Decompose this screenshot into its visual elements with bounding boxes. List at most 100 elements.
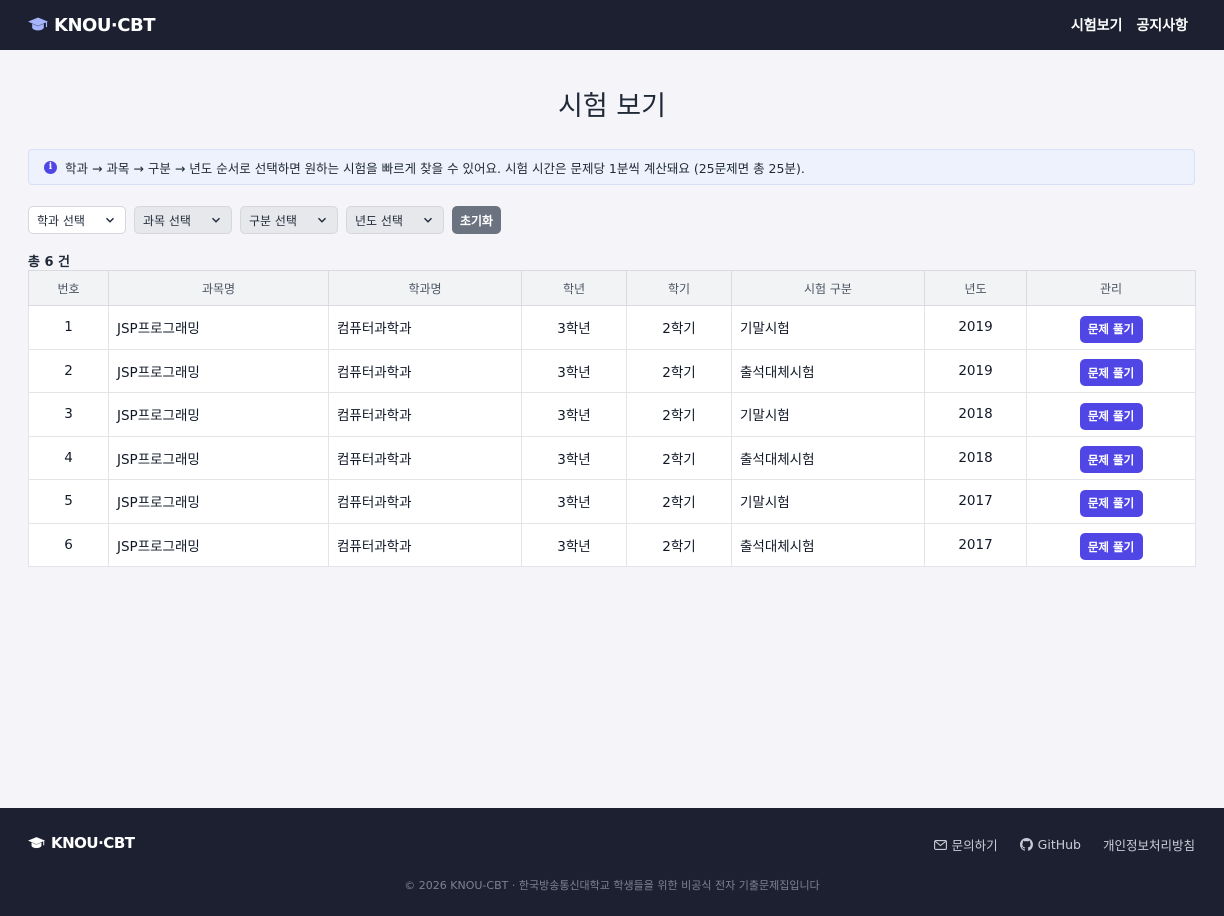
cell-exam-type: 출석대체시험 (731, 348, 925, 393)
solve-button[interactable]: 문제 풀기 (1079, 359, 1143, 387)
solve-button[interactable]: 문제 풀기 (1079, 489, 1143, 517)
cell-no: 2 (28, 348, 109, 393)
table-header-row: 번호 과목명 학과명 학년 학기 시험 구분 년도 관리 (28, 270, 1196, 306)
subject-select[interactable]: 과목 선택 (134, 206, 232, 234)
table-row: 3 JSP프로그래밍 컴퓨터과학과 3학년 2학기 기말시험 2018 문제 풀… (28, 392, 1196, 437)
cell-year: 2017 (924, 479, 1027, 524)
cell-action: 문제 풀기 (1026, 435, 1196, 480)
envelope-icon (933, 839, 947, 850)
subject-select-label: 과목 선택 (143, 213, 191, 228)
footer-links: 문의하기 GitHub 개인정보처리방침 (933, 835, 1195, 854)
col-header-manage: 관리 (1026, 270, 1196, 306)
cell-exam-type: 기말시험 (731, 305, 925, 350)
cell-semester: 2학기 (626, 305, 732, 350)
graduation-cap-icon (28, 836, 45, 848)
cell-department: 컴퓨터과학과 (328, 435, 522, 480)
cell-action: 문제 풀기 (1026, 348, 1196, 393)
privacy-policy-link[interactable]: 개인정보처리방침 (1103, 835, 1195, 854)
col-header-semester: 학기 (626, 270, 732, 306)
cell-subject: JSP프로그래밍 (108, 348, 329, 393)
cell-grade: 3학년 (521, 479, 627, 524)
col-header-grade: 학년 (521, 270, 627, 306)
cell-year: 2018 (924, 435, 1027, 480)
cell-department: 컴퓨터과학과 (328, 522, 522, 567)
contact-link-label: 문의하기 (951, 838, 998, 853)
filter-bar: 학과 선택 과목 선택 구분 선택 년도 선택 초기화 (28, 206, 501, 234)
cell-action: 문제 풀기 (1026, 392, 1196, 437)
year-select-label: 년도 선택 (355, 213, 403, 228)
info-text: 학과 → 과목 → 구분 → 년도 순서로 선택하면 원하는 시험을 빠르게 찾… (65, 160, 805, 176)
cell-department: 컴퓨터과학과 (328, 392, 522, 437)
cell-action: 문제 풀기 (1026, 522, 1196, 567)
cell-exam-type: 기말시험 (731, 392, 925, 437)
exam-table: 번호 과목명 학과명 학년 학기 시험 구분 년도 관리 1 JSP프로그래밍 … (28, 270, 1196, 567)
brand-text: KNOU·CBT (54, 14, 155, 36)
cell-no: 4 (28, 435, 109, 480)
cell-subject: JSP프로그래밍 (108, 479, 329, 524)
cell-year: 2019 (924, 305, 1027, 350)
info-icon: i (44, 160, 57, 174)
graduation-cap-icon (28, 17, 48, 31)
cell-subject: JSP프로그래밍 (108, 392, 329, 437)
chevron-down-icon (106, 217, 114, 223)
cell-no: 5 (28, 479, 109, 524)
copyright-text: © 2026 KNOU-CBT · 한국방송통신대학교 학생들을 위한 비공식 … (404, 879, 820, 892)
cell-year: 2018 (924, 392, 1027, 437)
table-row: 2 JSP프로그래밍 컴퓨터과학과 3학년 2학기 출석대체시험 2019 문제… (28, 348, 1196, 393)
col-header-subject: 과목명 (108, 270, 329, 306)
site-footer: KNOU·CBT 문의하기 GitHub 개인정보처리방침 © 2026 KNO… (0, 808, 1224, 916)
table-row: 6 JSP프로그래밍 컴퓨터과학과 3학년 2학기 출석대체시험 2017 문제… (28, 522, 1196, 567)
github-link[interactable]: GitHub (1019, 837, 1081, 852)
cell-grade: 3학년 (521, 305, 627, 350)
cell-no: 1 (28, 305, 109, 350)
cell-exam-type: 출석대체시험 (731, 435, 925, 480)
page-title: 시험 보기 (558, 91, 666, 122)
cell-semester: 2학기 (626, 522, 732, 567)
chevron-down-icon (424, 217, 432, 223)
col-header-exam-type: 시험 구분 (731, 270, 925, 306)
chevron-down-icon (212, 217, 220, 223)
footer-brand-logo[interactable]: KNOU·CBT (28, 834, 135, 852)
table-row: 4 JSP프로그래밍 컴퓨터과학과 3학년 2학기 출석대체시험 2018 문제… (28, 435, 1196, 480)
year-select[interactable]: 년도 선택 (346, 206, 444, 234)
col-header-year: 년도 (924, 270, 1027, 306)
top-navbar: KNOU·CBT 시험보기 공지사항 (0, 0, 1224, 50)
reset-button[interactable]: 초기화 (452, 206, 501, 234)
col-header-no: 번호 (28, 270, 109, 306)
solve-button[interactable]: 문제 풀기 (1079, 446, 1143, 474)
cell-exam-type: 기말시험 (731, 479, 925, 524)
cell-subject: JSP프로그래밍 (108, 522, 329, 567)
github-link-label: GitHub (1037, 837, 1081, 852)
solve-button[interactable]: 문제 풀기 (1079, 315, 1143, 343)
cell-grade: 3학년 (521, 435, 627, 480)
cell-year: 2019 (924, 348, 1027, 393)
category-select-label: 구분 선택 (249, 213, 297, 228)
cell-exam-type: 출석대체시험 (731, 522, 925, 567)
cell-subject: JSP프로그래밍 (108, 305, 329, 350)
nav-notice[interactable]: 공지사항 (1136, 15, 1188, 35)
total-count: 총 6 건 (28, 255, 71, 270)
cell-year: 2017 (924, 522, 1027, 567)
footer-brand-text: KNOU·CBT (51, 834, 135, 852)
department-select[interactable]: 학과 선택 (28, 206, 126, 234)
cell-grade: 3학년 (521, 522, 627, 567)
cell-action: 문제 풀기 (1026, 479, 1196, 524)
cell-semester: 2학기 (626, 479, 732, 524)
solve-button[interactable]: 문제 풀기 (1079, 402, 1143, 430)
contact-link[interactable]: 문의하기 (933, 835, 998, 854)
cell-department: 컴퓨터과학과 (328, 479, 522, 524)
solve-button[interactable]: 문제 풀기 (1079, 533, 1143, 561)
col-header-department: 학과명 (328, 270, 522, 306)
nav-exam[interactable]: 시험보기 (1071, 15, 1123, 35)
table-row: 1 JSP프로그래밍 컴퓨터과학과 3학년 2학기 기말시험 2019 문제 풀… (28, 305, 1196, 350)
cell-department: 컴퓨터과학과 (328, 305, 522, 350)
brand-logo[interactable]: KNOU·CBT (28, 15, 155, 36)
cell-no: 6 (28, 522, 109, 567)
cell-semester: 2학기 (626, 392, 732, 437)
department-select-label: 학과 선택 (37, 213, 85, 228)
cell-department: 컴퓨터과학과 (328, 348, 522, 393)
main-nav: 시험보기 공지사항 (1071, 15, 1188, 35)
info-banner: i 학과 → 과목 → 구분 → 년도 순서로 선택하면 원하는 시험을 빠르게… (28, 149, 1195, 185)
cell-semester: 2학기 (626, 435, 732, 480)
category-select[interactable]: 구분 선택 (240, 206, 338, 234)
